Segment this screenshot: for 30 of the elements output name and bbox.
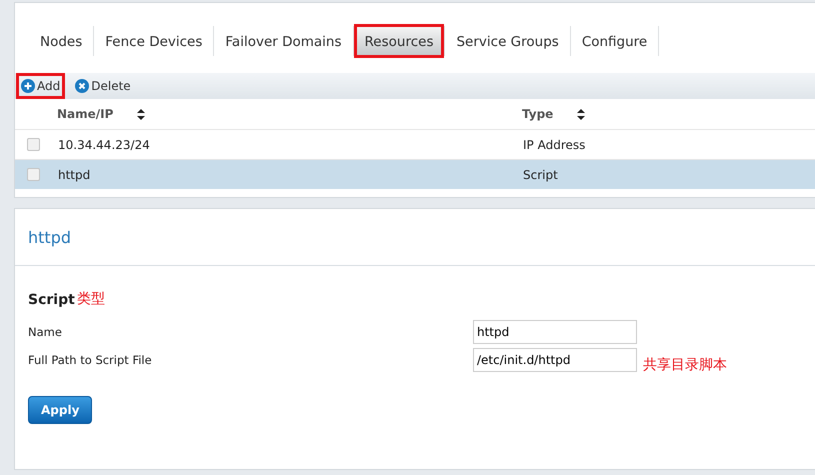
column-header[interactable]: Type [522, 107, 554, 121]
tab[interactable]: Service Groups [445, 24, 570, 58]
tab[interactable]: Resources [354, 24, 444, 58]
table-cell: Script [523, 168, 558, 182]
input-field[interactable]: /etc/init.d/httpd [473, 348, 637, 372]
apply-button[interactable]: Apply [28, 396, 92, 424]
add-button[interactable]: Add [16, 73, 66, 99]
column-header[interactable]: Name/IP [57, 107, 114, 121]
field-label: Full Path to Script File [28, 353, 153, 367]
annotation-text: 类型 [76, 290, 105, 308]
delete-button[interactable]: Delete [70, 73, 136, 99]
tab[interactable]: Fence Devices [94, 24, 214, 58]
checkbox[interactable] [27, 138, 40, 151]
table-cell-text: httpd [58, 168, 92, 182]
checkbox[interactable] [27, 168, 40, 181]
detail-title: httpd [28, 228, 71, 246]
tab[interactable]: Configure [570, 24, 658, 58]
input-field[interactable]: httpd [473, 320, 637, 344]
section-title: Script [28, 292, 75, 308]
annotation-text: 共享目录脚本 [643, 356, 727, 374]
plus-icon [21, 79, 35, 93]
table-cell: IP Address [523, 138, 586, 152]
table-row[interactable]: httpd Script [15, 159, 815, 189]
close-icon [75, 79, 90, 93]
field-label: Name [28, 325, 63, 339]
sort-icon[interactable] [137, 108, 146, 120]
tab[interactable]: Failover Domains [214, 24, 353, 58]
tab[interactable]: Nodes [29, 24, 94, 58]
table-cell-text: 10.34.44.23/24 [58, 138, 151, 152]
sort-icon[interactable] [577, 108, 586, 120]
